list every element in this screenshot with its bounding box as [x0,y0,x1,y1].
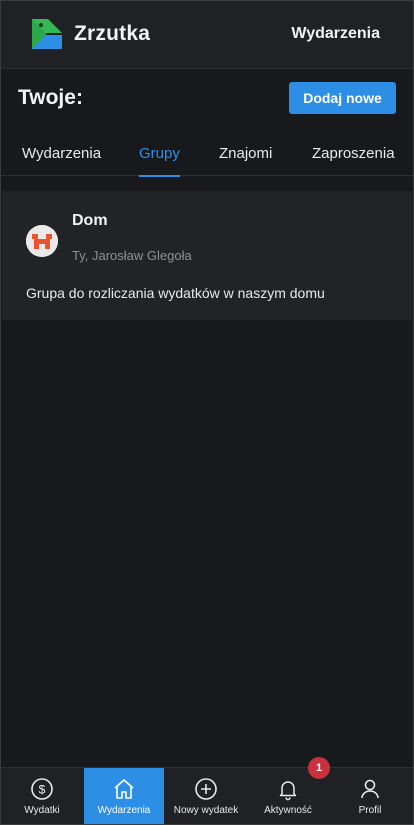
nav-item-profile[interactable]: Profil [330,768,410,825]
home-icon [114,779,134,799]
nav-item-new-expense[interactable]: Nowy wydatek [166,768,246,825]
nav-label: Wydarzenia [97,805,151,816]
nav-label: Profil [358,805,382,816]
group-members: Ty, Jarosław Glegoła [72,248,192,263]
brand-name: Zrzutka [74,22,151,45]
nav-link-events[interactable]: Wydarzenia [291,25,380,43]
tab-groups[interactable]: Grupy [139,132,180,177]
heading-row: Twoje: Dodaj nowe [0,70,414,126]
nav-item-events[interactable]: Wydarzenia [84,768,164,825]
page-title: Twoje: [18,86,83,109]
top-bar: Zrzutka Wydarzenia [0,0,414,68]
bell-icon [279,781,297,801]
tab-events[interactable]: Wydarzenia [22,132,101,176]
brand[interactable]: Zrzutka [32,19,150,49]
nav-label: Nowy wydatek [173,805,239,816]
nav-label: Aktywność [264,805,312,816]
group-card[interactable]: Dom Ty, Jarosław Glegoła Grupa do rozlic… [2,191,412,320]
tab-bar: Wydarzenia Grupy Znajomi Zaproszenia [0,132,414,177]
dollar-circle-icon: $ [31,778,53,800]
group-description: Grupa do rozliczania wydatków w naszym d… [26,285,325,301]
user-icon [361,779,379,799]
group-name: Dom [72,212,108,229]
divider [0,68,414,69]
bottom-nav: $ Wydatki Wydarzenia Nowy wydatek Aktywn… [0,767,414,825]
group-avatar-icon [26,225,58,257]
nav-item-expenses[interactable]: $ Wydatki [2,768,82,825]
nav-label: Wydatki [24,805,60,816]
tab-invitations[interactable]: Zaproszenia [312,132,395,176]
logo-icon [32,19,62,49]
notification-badge: 1 [308,757,330,779]
plus-circle-icon [195,778,217,800]
add-new-button[interactable]: Dodaj nowe [289,82,396,114]
tab-friends[interactable]: Znajomi [219,132,272,176]
svg-text:$: $ [39,783,46,797]
